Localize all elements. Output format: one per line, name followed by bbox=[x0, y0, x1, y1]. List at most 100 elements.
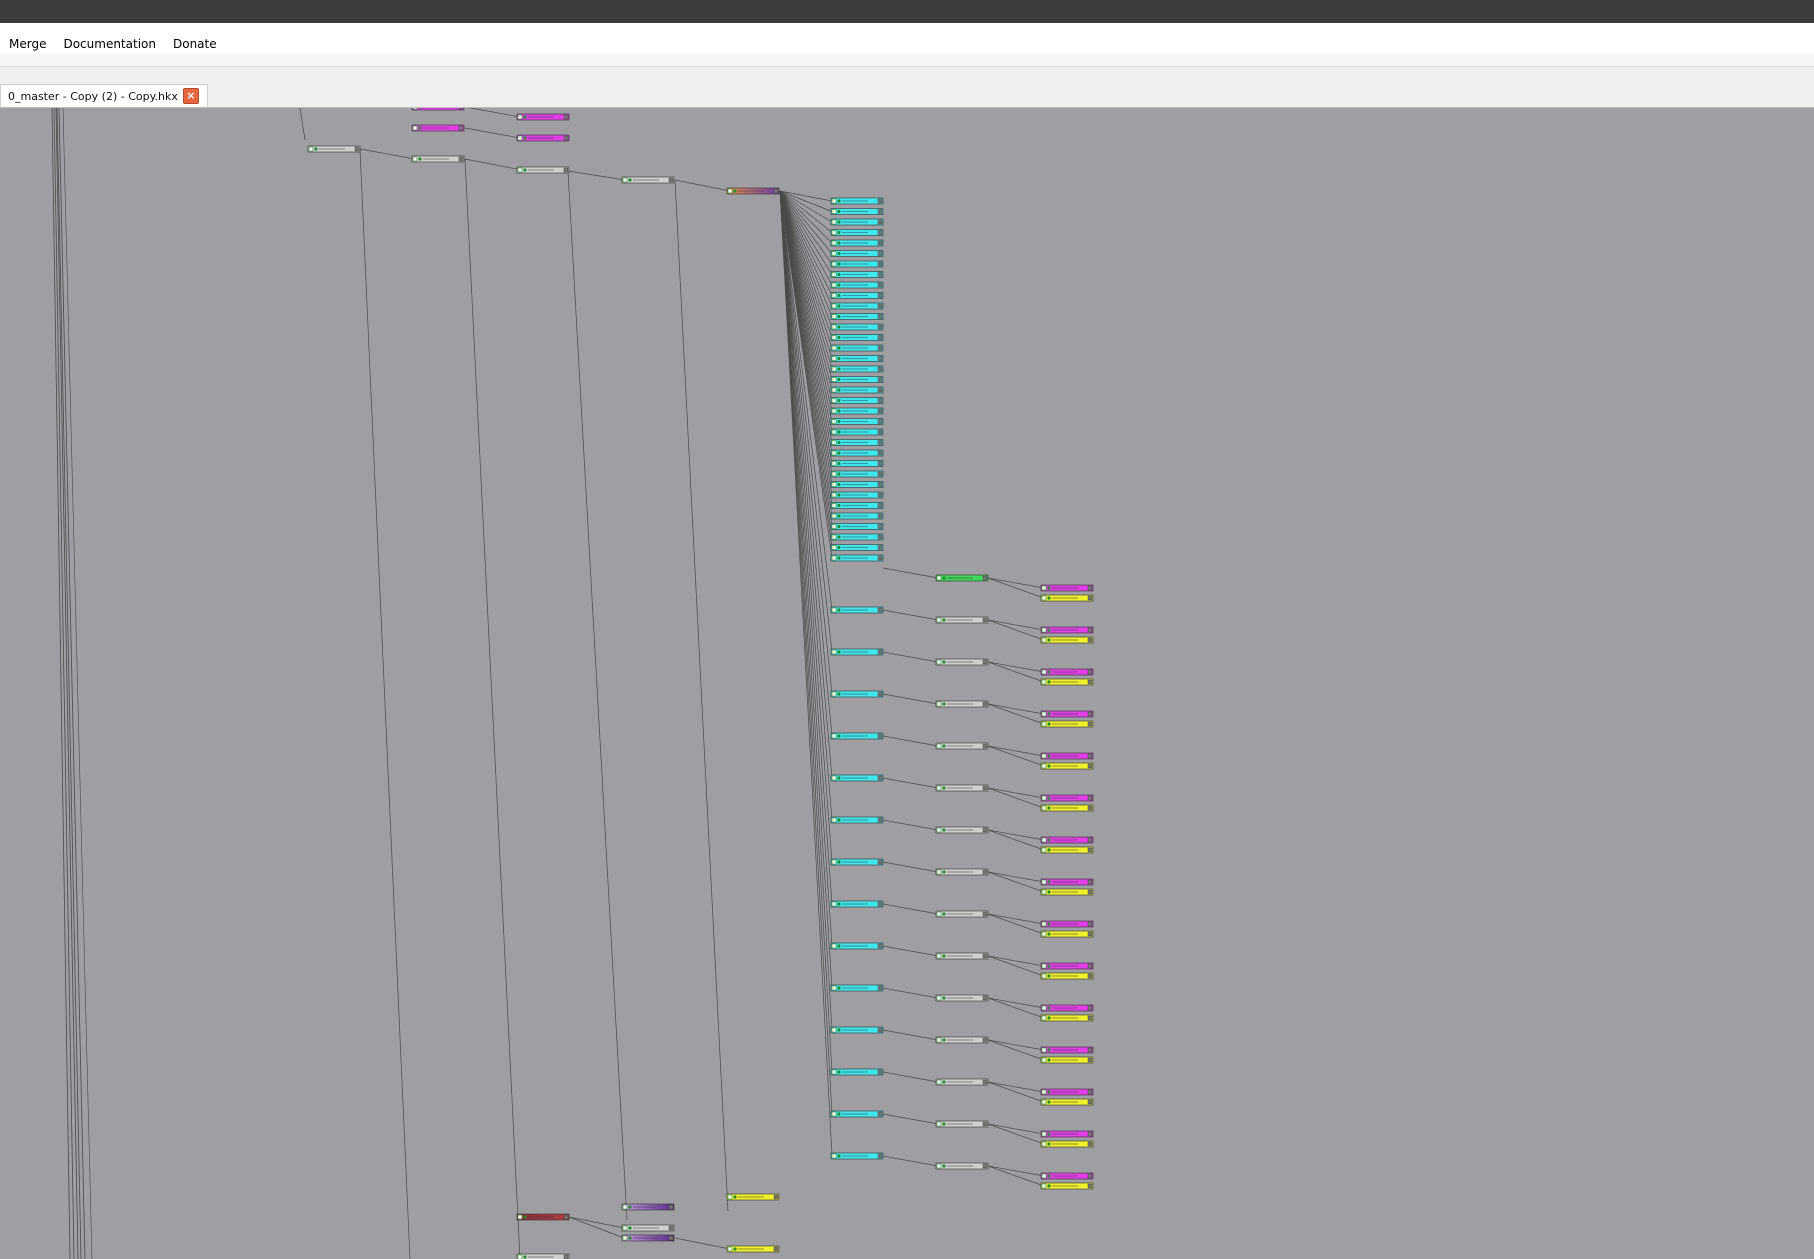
graph-node[interactable] bbox=[935, 952, 989, 960]
graph-node[interactable] bbox=[830, 418, 884, 425]
graph-node[interactable] bbox=[1040, 762, 1094, 770]
graph-node[interactable] bbox=[1040, 794, 1094, 802]
graph-node[interactable] bbox=[830, 1110, 884, 1118]
graph-node[interactable] bbox=[830, 208, 884, 215]
graph-node[interactable] bbox=[830, 1068, 884, 1076]
graph-node[interactable] bbox=[1040, 836, 1094, 844]
graph-node[interactable] bbox=[830, 470, 884, 478]
graph-node[interactable] bbox=[935, 826, 989, 834]
graph-node[interactable] bbox=[830, 491, 884, 499]
graph-node[interactable] bbox=[1040, 1056, 1094, 1064]
graph-node[interactable] bbox=[726, 187, 780, 195]
graph-node[interactable] bbox=[830, 900, 884, 908]
graph-node[interactable] bbox=[621, 1234, 675, 1242]
graph-node[interactable] bbox=[830, 774, 884, 782]
graph-node[interactable] bbox=[1040, 752, 1094, 760]
graph-node[interactable] bbox=[830, 197, 884, 205]
graph-node[interactable] bbox=[830, 260, 884, 268]
graph-node[interactable] bbox=[1040, 1130, 1094, 1138]
graph-node[interactable] bbox=[830, 376, 884, 383]
close-icon[interactable]: × bbox=[182, 88, 199, 104]
graph-node[interactable] bbox=[1040, 1172, 1094, 1180]
graph-node[interactable] bbox=[1040, 878, 1094, 886]
graph-node[interactable] bbox=[830, 250, 884, 257]
graph-node[interactable] bbox=[1040, 636, 1094, 644]
menu-merge[interactable]: Merge bbox=[0, 37, 54, 51]
graph-node[interactable] bbox=[621, 1203, 675, 1211]
graph-node[interactable] bbox=[830, 1026, 884, 1034]
graph-node[interactable] bbox=[1040, 710, 1094, 718]
graph-node[interactable] bbox=[935, 1162, 989, 1170]
graph-node[interactable] bbox=[516, 1213, 570, 1221]
graph-node[interactable] bbox=[830, 344, 884, 352]
graph-node[interactable] bbox=[1040, 678, 1094, 686]
graph-node[interactable] bbox=[830, 690, 884, 698]
graph-node[interactable] bbox=[935, 910, 989, 918]
graph-node[interactable] bbox=[726, 1245, 780, 1253]
graph-node[interactable] bbox=[830, 533, 884, 541]
graph-node[interactable] bbox=[516, 113, 570, 121]
graph-node[interactable] bbox=[830, 397, 884, 404]
graph-node[interactable] bbox=[830, 858, 884, 866]
graph-node[interactable] bbox=[830, 732, 884, 740]
graph-node[interactable] bbox=[830, 606, 884, 614]
graph-node[interactable] bbox=[1040, 1140, 1094, 1148]
menu-donate[interactable]: Donate bbox=[164, 37, 225, 51]
behavior-graph[interactable] bbox=[0, 108, 1814, 1259]
graph-node[interactable] bbox=[830, 502, 884, 509]
graph-node[interactable] bbox=[830, 271, 884, 278]
graph-node[interactable] bbox=[830, 239, 884, 247]
graph-node[interactable] bbox=[935, 574, 989, 582]
graph-node[interactable] bbox=[830, 554, 884, 562]
graph-node[interactable] bbox=[1040, 962, 1094, 970]
graph-node[interactable] bbox=[935, 1036, 989, 1044]
graph-node[interactable] bbox=[830, 229, 884, 236]
graph-node[interactable] bbox=[621, 176, 675, 184]
graph-node[interactable] bbox=[1040, 668, 1094, 676]
graph-node[interactable] bbox=[830, 648, 884, 656]
graph-node[interactable] bbox=[516, 166, 570, 174]
graph-node[interactable] bbox=[935, 994, 989, 1002]
graph-node[interactable] bbox=[1040, 1182, 1094, 1190]
graph-node[interactable] bbox=[935, 658, 989, 666]
graph-node[interactable] bbox=[935, 616, 989, 624]
graph-node[interactable] bbox=[1040, 846, 1094, 854]
graph-node[interactable] bbox=[516, 1253, 570, 1259]
graph-node[interactable] bbox=[1040, 626, 1094, 634]
graph-node[interactable] bbox=[1040, 594, 1094, 602]
graph-node[interactable] bbox=[1040, 584, 1094, 592]
graph-node[interactable] bbox=[830, 439, 884, 446]
graph-node[interactable] bbox=[1040, 1088, 1094, 1096]
graph-node[interactable] bbox=[830, 302, 884, 310]
graph-node[interactable] bbox=[1040, 920, 1094, 928]
graph-canvas[interactable] bbox=[0, 108, 1814, 1259]
graph-node[interactable] bbox=[935, 700, 989, 708]
graph-node[interactable] bbox=[830, 323, 884, 331]
graph-node[interactable] bbox=[726, 1193, 780, 1201]
graph-node[interactable] bbox=[411, 124, 465, 132]
graph-node[interactable] bbox=[830, 292, 884, 299]
graph-node[interactable] bbox=[935, 868, 989, 876]
graph-node[interactable] bbox=[830, 481, 884, 488]
graph-node[interactable] bbox=[1040, 720, 1094, 728]
graph-node[interactable] bbox=[830, 512, 884, 520]
graph-node[interactable] bbox=[830, 460, 884, 467]
graph-node[interactable] bbox=[830, 428, 884, 436]
graph-node[interactable] bbox=[621, 1224, 675, 1232]
graph-node[interactable] bbox=[1040, 1004, 1094, 1012]
graph-node[interactable] bbox=[935, 784, 989, 792]
graph-node[interactable] bbox=[830, 523, 884, 530]
graph-node[interactable] bbox=[516, 134, 570, 142]
graph-node[interactable] bbox=[830, 313, 884, 320]
document-tab[interactable]: 0_master - Copy (2) - Copy.hkx × bbox=[0, 84, 208, 107]
graph-node[interactable] bbox=[1040, 1098, 1094, 1106]
graph-node[interactable] bbox=[411, 108, 465, 111]
graph-node[interactable] bbox=[830, 281, 884, 289]
graph-node[interactable] bbox=[830, 334, 884, 341]
graph-node[interactable] bbox=[830, 816, 884, 824]
graph-node[interactable] bbox=[1040, 1014, 1094, 1022]
graph-node[interactable] bbox=[830, 365, 884, 373]
graph-node[interactable] bbox=[830, 218, 884, 226]
graph-node[interactable] bbox=[1040, 1046, 1094, 1054]
graph-node[interactable] bbox=[830, 1152, 884, 1160]
